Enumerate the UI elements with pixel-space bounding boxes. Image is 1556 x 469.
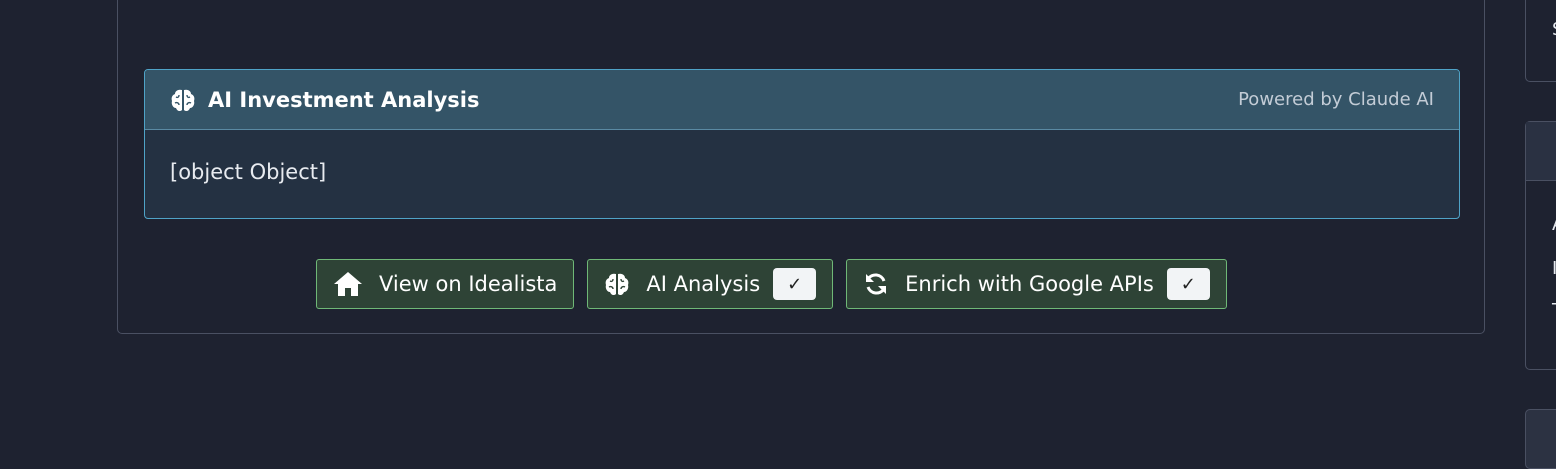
brain-icon: [170, 88, 196, 112]
ai-analysis-button[interactable]: AI Analysis ✓: [587, 259, 834, 309]
enrich-check-badge: ✓: [1166, 268, 1210, 300]
side-card-middle: A I T: [1525, 121, 1556, 370]
refresh-icon: [863, 272, 889, 296]
view-on-idealista-label: View on Idealista: [379, 272, 558, 296]
ai-analysis-label: AI Analysis: [646, 272, 761, 296]
ai-analysis-content: [object Object]: [170, 160, 327, 184]
side-card-middle-line-2: I: [1552, 258, 1556, 279]
side-card-middle-line-1: A: [1552, 214, 1556, 235]
ai-analysis-title: AI Investment Analysis: [208, 87, 480, 112]
side-card-middle-line-3: T: [1552, 300, 1556, 321]
action-buttons: View on Idealista AI Analysis ✓ Enrich w…: [316, 259, 1227, 309]
ai-analysis-panel: AI Investment Analysis Powered by Claude…: [144, 69, 1460, 219]
side-card-bottom: [1525, 409, 1556, 469]
brain-icon: [604, 272, 630, 296]
view-on-idealista-button[interactable]: View on Idealista: [316, 259, 575, 309]
enrich-google-apis-button[interactable]: Enrich with Google APIs ✓: [846, 259, 1227, 309]
side-card-top-text: S: [1552, 19, 1556, 40]
enrich-google-apis-label: Enrich with Google APIs: [905, 272, 1154, 296]
ai-analysis-header: AI Investment Analysis Powered by Claude…: [145, 70, 1459, 130]
powered-by-label: Powered by Claude AI: [1238, 89, 1434, 110]
ai-analysis-check-badge: ✓: [773, 268, 817, 300]
side-card-top: S: [1525, 0, 1556, 82]
side-card-middle-header: [1526, 122, 1556, 181]
home-icon: [333, 271, 363, 297]
